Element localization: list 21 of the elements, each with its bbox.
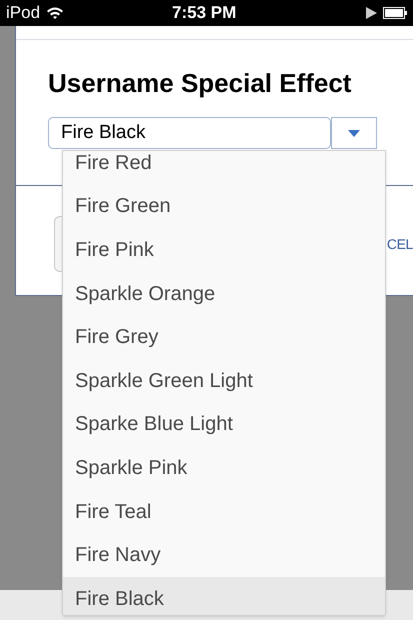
dropdown-button[interactable] — [331, 117, 377, 149]
dropdown-option[interactable]: Sparkle Orange — [63, 272, 385, 316]
dropdown-option[interactable]: Fire Grey — [63, 315, 385, 359]
dropdown-option[interactable]: Sparke Blue Light — [63, 402, 385, 446]
carrier-label: iPod — [6, 2, 40, 24]
dropdown-option[interactable]: Fire Pink — [63, 228, 385, 272]
dropdown-option[interactable]: Sparkle Green Light — [63, 358, 385, 403]
clock-time: 7:53 PM — [172, 2, 236, 24]
dropdown-option[interactable]: Fire Black — [63, 576, 385, 615]
dropdown-option[interactable]: Sparkle Pink — [63, 446, 385, 490]
dropdown-option[interactable]: Fire Red — [63, 151, 385, 185]
dropdown-option[interactable]: Fire Teal — [63, 490, 385, 534]
dropdown-option[interactable]: Fire Green — [63, 184, 385, 228]
play-icon — [366, 7, 377, 19]
dropdown-option[interactable]: Fire Navy — [63, 533, 385, 577]
battery-icon — [383, 7, 407, 19]
select-field[interactable]: Fire Black — [48, 117, 331, 149]
dialog-title: Username Special Effect — [48, 67, 352, 100]
wifi-icon — [46, 6, 64, 20]
button-text[interactable]: CEL — [386, 234, 413, 254]
caret-icon — [348, 130, 360, 136]
